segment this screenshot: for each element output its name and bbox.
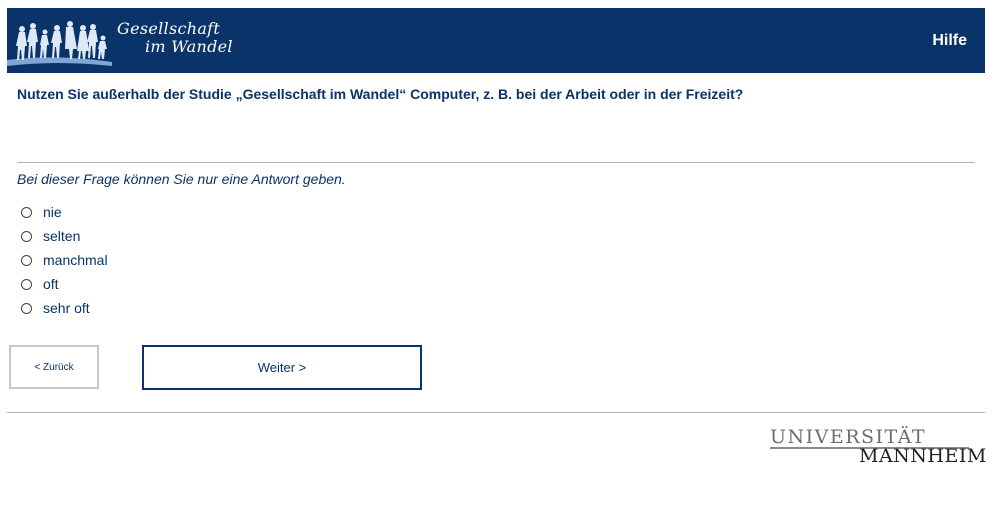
option-label: sehr oft: [43, 300, 90, 316]
answer-instruction: Bei dieser Frage können Sie nur eine Ant…: [17, 171, 346, 187]
logo-title-line2: im Wandel: [145, 37, 233, 56]
logo-title-line1: Gesellschaft: [117, 19, 221, 38]
people-silhouettes-icon: [7, 21, 112, 66]
option-selten[interactable]: selten: [21, 224, 108, 248]
question-text: Nutzen Sie außerhalb der Studie „Gesells…: [17, 86, 744, 102]
option-manchmal[interactable]: manchmal: [21, 248, 108, 272]
option-nie[interactable]: nie: [21, 200, 108, 224]
survey-header: Gesellschaft im Wandel Hilfe: [7, 8, 985, 73]
question-divider: [17, 162, 975, 163]
radio-button[interactable]: [21, 230, 32, 242]
university-logo-line2: MANNHEIM: [859, 445, 987, 467]
option-label: manchmal: [43, 252, 108, 268]
radio-button[interactable]: [21, 278, 32, 290]
option-sehr-oft[interactable]: sehr oft: [21, 296, 108, 320]
next-button[interactable]: Weiter >: [142, 345, 422, 390]
answer-options: nie selten manchmal oft sehr oft: [21, 200, 108, 320]
option-label: nie: [43, 204, 62, 220]
option-label: oft: [43, 276, 59, 292]
radio-button[interactable]: [21, 254, 32, 266]
back-button[interactable]: < Zurück: [9, 345, 99, 389]
option-oft[interactable]: oft: [21, 272, 108, 296]
radio-button[interactable]: [21, 206, 32, 218]
option-label: selten: [43, 228, 81, 244]
footer-divider: [7, 412, 985, 413]
survey-logo: Gesellschaft im Wandel: [7, 8, 247, 73]
university-logo: UNIVERSITÄT MANNHEIM: [770, 424, 986, 468]
radio-button[interactable]: [21, 302, 32, 314]
help-link[interactable]: Hilfe: [932, 32, 967, 50]
